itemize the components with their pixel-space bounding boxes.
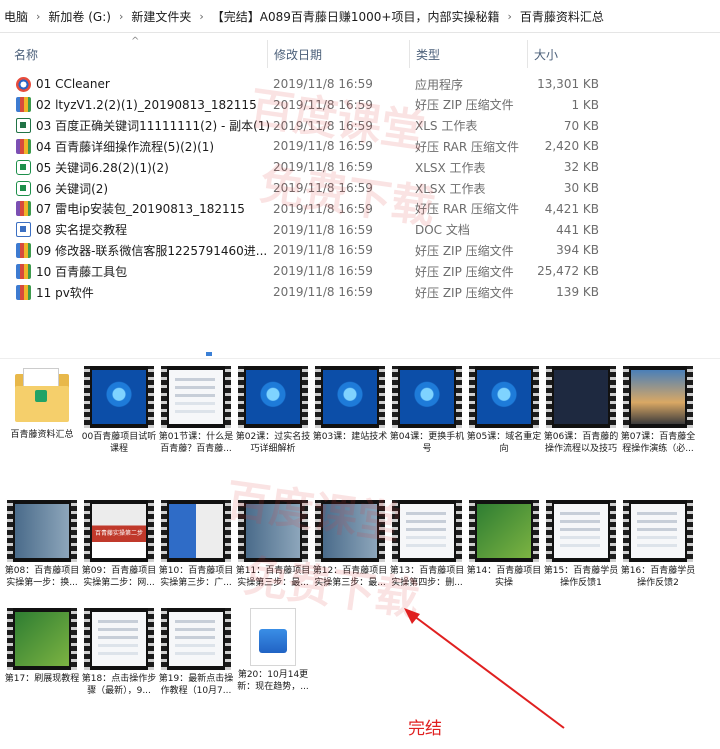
annotation-arrow (404, 608, 565, 729)
annotation-label: 完结 (408, 719, 442, 739)
